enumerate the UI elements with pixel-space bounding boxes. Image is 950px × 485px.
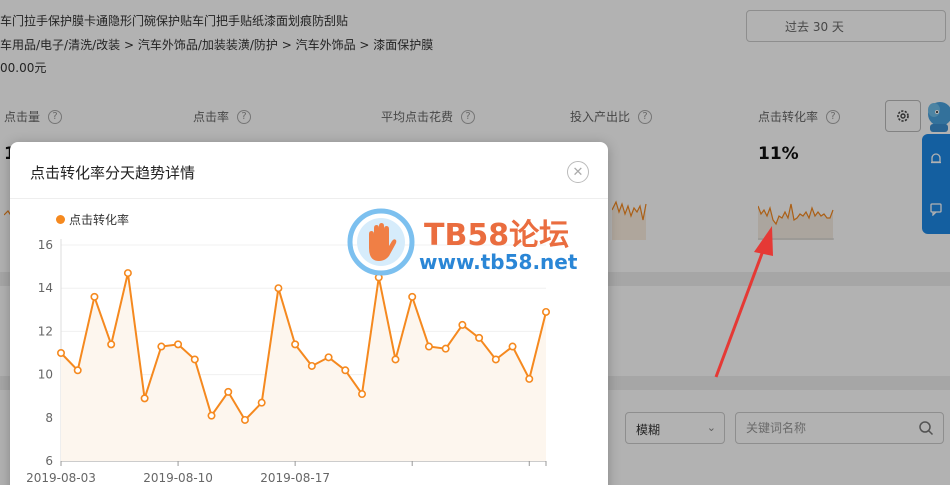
- red-arrow-annotation: [714, 226, 773, 378]
